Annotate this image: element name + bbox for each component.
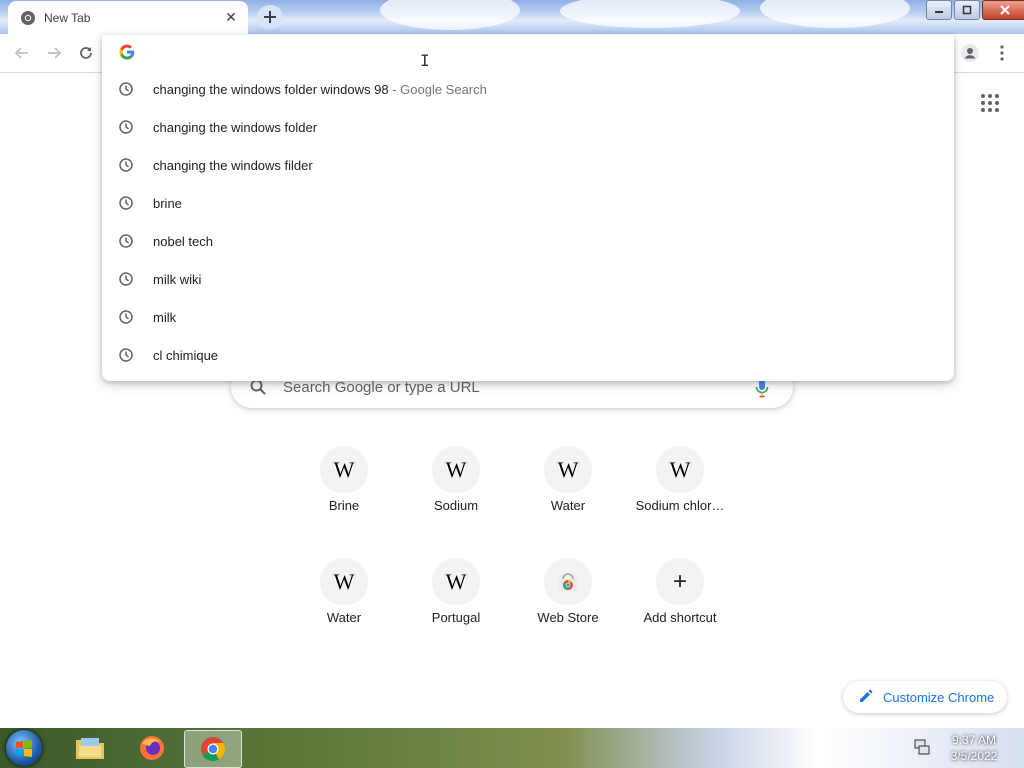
start-button[interactable] <box>6 730 42 766</box>
kebab-menu-icon <box>1000 45 1004 61</box>
shortcut-label: Web Store <box>537 610 599 625</box>
wikipedia-icon: W <box>432 558 480 606</box>
shortcut-label: Brine <box>328 498 360 513</box>
pencil-icon <box>859 689 875 705</box>
suggestion-text: brine <box>153 195 182 211</box>
menu-button[interactable] <box>992 41 1012 65</box>
taskbar-firefox[interactable] <box>124 730 180 766</box>
system-clock[interactable]: 9:37 AM 3/5/2022 <box>944 732 1004 764</box>
add-shortcut-tile[interactable]: + Add shortcut <box>624 550 736 662</box>
shortcut-tile[interactable]: W Water <box>288 550 400 662</box>
back-button[interactable] <box>10 41 34 65</box>
reload-button[interactable] <box>74 41 98 65</box>
shortcut-label: Water <box>326 610 362 625</box>
profile-button[interactable] <box>958 41 982 65</box>
suggestion-text: changing the windows folder <box>153 119 318 135</box>
suggestion-text: changing the windows folder windows 98 -… <box>153 81 487 97</box>
plus-icon <box>264 11 276 23</box>
chrome-icon <box>20 10 36 26</box>
window-controls <box>924 0 1024 20</box>
suggestion-item[interactable]: changing the windows filder <box>102 146 954 184</box>
webstore-icon <box>544 558 592 606</box>
taskbar-explorer[interactable] <box>62 730 118 766</box>
google-apps-icon[interactable] <box>980 93 1000 113</box>
wikipedia-icon: W <box>544 446 592 494</box>
history-clock-icon <box>118 271 134 287</box>
maximize-button[interactable] <box>954 0 980 20</box>
shortcut-label: Add shortcut <box>643 610 717 625</box>
google-g-icon <box>119 44 135 60</box>
shortcut-tile[interactable]: W Water <box>512 438 624 550</box>
shortcut-label: Sodium <box>433 498 479 513</box>
suggestion-item[interactable]: brine <box>102 184 954 222</box>
tab-title: New Tab <box>44 10 91 25</box>
chrome-icon <box>201 737 226 762</box>
suggestion-text: changing the windows filder <box>153 157 313 173</box>
suggestion-item[interactable]: changing the windows folder <box>102 108 954 146</box>
wikipedia-icon: W <box>432 446 480 494</box>
clock-time: 9:37 AM <box>951 733 997 747</box>
history-clock-icon <box>118 195 134 211</box>
suggestion-item[interactable]: cl chimique <box>102 336 954 374</box>
reload-icon <box>80 47 92 59</box>
customize-chrome-button[interactable]: Customize Chrome <box>843 681 1007 713</box>
person-icon <box>961 44 979 62</box>
windows-logo-icon <box>16 740 32 757</box>
arrow-right-icon <box>48 47 62 59</box>
wikipedia-icon: W <box>656 446 704 494</box>
shortcut-tile[interactable]: W Sodium chlor… <box>624 438 736 550</box>
search-placeholder: Search Google or type a URL <box>283 379 480 396</box>
suggestion-item[interactable]: milk wiki <box>102 260 954 298</box>
shortcut-tile[interactable]: W Portugal <box>400 550 512 662</box>
suggestion-source: - Google Search <box>388 81 487 97</box>
history-clock-icon <box>118 119 134 135</box>
arrow-left-icon <box>14 47 28 59</box>
text-cursor-icon: I <box>420 51 430 70</box>
tab-new-tab[interactable]: New Tab ✕ <box>8 1 248 34</box>
tab-strip: New Tab ✕ <box>0 0 1024 34</box>
clock-date: 3/5/2022 <box>950 749 998 763</box>
plus-icon: + <box>656 558 704 606</box>
taskbar-chrome[interactable] <box>184 730 242 768</box>
shortcut-label: Portugal <box>431 610 481 625</box>
suggestion-item[interactable]: changing the windows folder windows 98 -… <box>102 70 954 108</box>
suggestion-text: cl chimique <box>153 347 219 363</box>
window-close-button[interactable] <box>982 0 1024 20</box>
suggestion-item[interactable]: nobel tech <box>102 222 954 260</box>
suggestion-text: milk <box>153 309 177 325</box>
background-cloud <box>560 0 740 28</box>
history-clock-icon <box>118 233 134 249</box>
history-clock-icon <box>118 81 134 97</box>
suggestion-item[interactable]: milk <box>102 298 954 336</box>
wikipedia-icon: W <box>320 558 368 606</box>
background-cloud <box>380 0 520 30</box>
new-tab-button[interactable] <box>257 5 283 29</box>
omnibox-dropdown: I changing the windows folder windows 98… <box>102 35 954 381</box>
network-icon[interactable] <box>913 738 931 756</box>
address-bar-input[interactable]: I <box>102 35 954 70</box>
suggestion-text: nobel tech <box>153 233 213 249</box>
shortcut-label: Water <box>550 498 586 513</box>
taskbar: 9:37 AM 3/5/2022 <box>0 728 1024 768</box>
wikipedia-icon: W <box>320 446 368 494</box>
microphone-icon[interactable] <box>755 378 769 398</box>
forward-button[interactable] <box>42 41 66 65</box>
suggestion-text: milk wiki <box>153 271 202 287</box>
shortcut-label: Sodium chlor… <box>635 498 725 513</box>
history-clock-icon <box>118 309 134 325</box>
folder-icon <box>76 738 104 759</box>
background-cloud <box>760 0 910 28</box>
history-clock-icon <box>118 157 134 173</box>
shortcut-tile[interactable]: W Sodium <box>400 438 512 550</box>
minimize-button[interactable] <box>926 0 952 20</box>
tab-close-icon[interactable]: ✕ <box>222 9 240 27</box>
history-clock-icon <box>118 347 134 363</box>
shortcut-tile[interactable]: Web Store <box>512 550 624 662</box>
firefox-icon <box>140 736 164 760</box>
customize-chrome-label: Customize Chrome <box>883 689 995 705</box>
shortcut-tile[interactable]: W Brine <box>288 438 400 550</box>
